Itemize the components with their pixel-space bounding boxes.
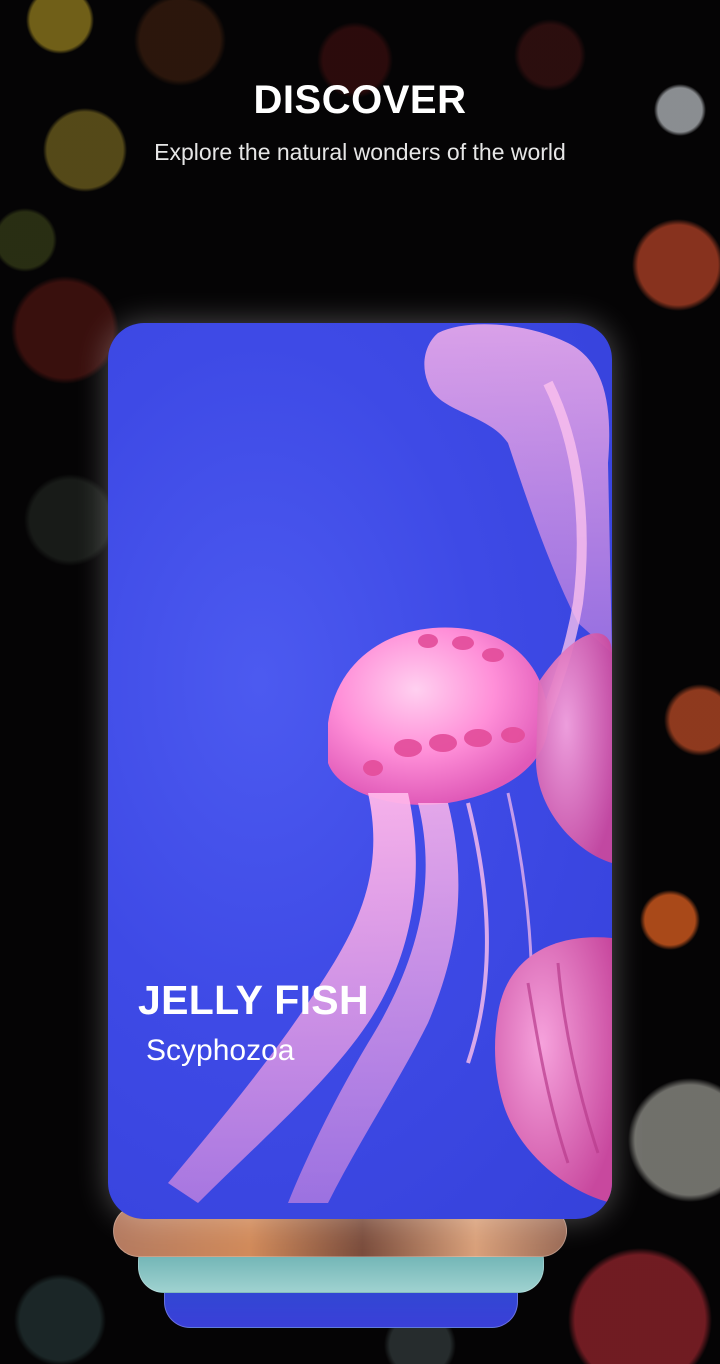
card-caption: JELLY FISH Scyphozoa	[138, 975, 369, 1071]
jellyfish-image	[168, 324, 612, 1203]
card-title: JELLY FISH	[138, 977, 369, 1023]
featured-card[interactable]: JELLY FISH Scyphozoa	[108, 323, 612, 1219]
page-subtitle: Explore the natural wonders of the world	[154, 139, 566, 165]
page-title: DISCOVER	[253, 78, 467, 122]
header: DISCOVER Explore the natural wonders of …	[0, 74, 720, 168]
discover-screen: DISCOVER Explore the natural wonders of …	[0, 0, 720, 1364]
card-subtitle: Scyphozoa	[146, 1034, 295, 1067]
